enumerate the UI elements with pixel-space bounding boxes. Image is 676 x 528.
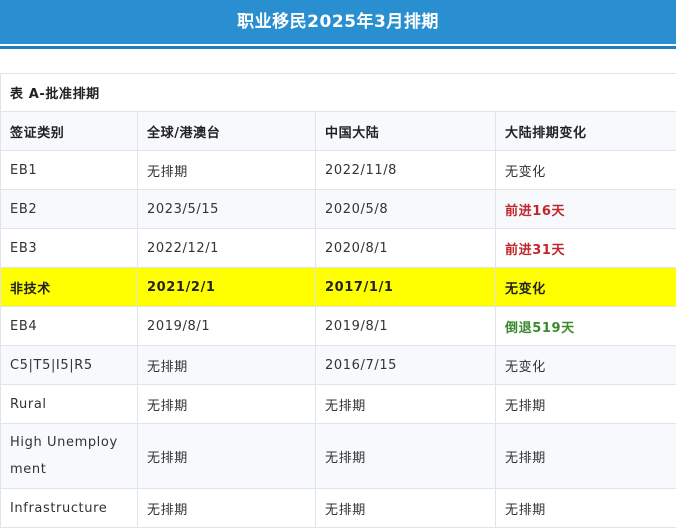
china-cell: 无排期	[316, 489, 496, 528]
global-cell: 无排期	[138, 489, 316, 528]
category-cell: Rural	[1, 385, 138, 424]
change-cell: 无排期	[496, 424, 676, 489]
china-cell: 2016/7/15	[316, 346, 496, 385]
table-row-infrastructure: Infrastructure 无排期 无排期 无排期	[1, 489, 676, 528]
category-cell: EB1	[1, 151, 138, 190]
header-global: 全球/港澳台	[138, 112, 316, 151]
table-row-eb4: EB4 2019/8/1 2019/8/1 倒退519天	[1, 307, 676, 346]
table-row-rural: Rural 无排期 无排期 无排期	[1, 385, 676, 424]
global-cell: 无排期	[138, 385, 316, 424]
header-category: 签证类别	[1, 112, 138, 151]
global-cell: 2021/2/1	[138, 268, 316, 307]
category-cell: 非技术	[1, 268, 138, 307]
category-cell: Infrastructure	[1, 489, 138, 528]
category-cell: EB3	[1, 229, 138, 268]
change-cell: 无排期	[496, 489, 676, 528]
table-caption: 表 A-批准排期	[1, 74, 676, 112]
global-cell: 无排期	[138, 151, 316, 190]
global-cell: 2019/8/1	[138, 307, 316, 346]
header-change: 大陆排期变化	[496, 112, 676, 151]
change-cell: 倒退519天	[496, 307, 676, 346]
china-cell: 无排期	[316, 424, 496, 489]
table-row-c5: C5|T5|I5|R5 无排期 2016/7/15 无变化	[1, 346, 676, 385]
table-row-unskilled: 非技术 2021/2/1 2017/1/1 无变化	[1, 268, 676, 307]
change-cell: 前进16天	[496, 190, 676, 229]
china-cell: 2019/8/1	[316, 307, 496, 346]
china-cell: 2022/11/8	[316, 151, 496, 190]
table-row-eb1: EB1 无排期 2022/11/8 无变化	[1, 151, 676, 190]
category-cell: High Unemployment	[1, 424, 138, 489]
change-cell: 前进31天	[496, 229, 676, 268]
table-row-eb2: EB2 2023/5/15 2020/5/8 前进16天	[1, 190, 676, 229]
global-cell: 无排期	[138, 346, 316, 385]
change-cell: 无排期	[496, 385, 676, 424]
table-row-high-unemployment: High Unemployment 无排期 无排期 无排期	[1, 424, 676, 489]
global-cell: 2023/5/15	[138, 190, 316, 229]
global-cell: 2022/12/1	[138, 229, 316, 268]
china-cell: 2020/5/8	[316, 190, 496, 229]
category-cell: EB4	[1, 307, 138, 346]
page-title: 职业移民2025年3月排期	[0, 0, 676, 44]
table-row-eb3: EB3 2022/12/1 2020/8/1 前进31天	[1, 229, 676, 268]
header-china: 中国大陆	[316, 112, 496, 151]
change-cell: 无变化	[496, 268, 676, 307]
category-cell: EB2	[1, 190, 138, 229]
priority-date-table-container: 表 A-批准排期 签证类别 全球/港澳台 中国大陆 大陆排期变化 EB1 无排期…	[0, 73, 676, 528]
change-cell: 无变化	[496, 151, 676, 190]
china-cell: 2017/1/1	[316, 268, 496, 307]
title-divider	[0, 46, 676, 49]
global-cell: 无排期	[138, 424, 316, 489]
category-cell: C5|T5|I5|R5	[1, 346, 138, 385]
change-cell: 无变化	[496, 346, 676, 385]
table-header-row: 签证类别 全球/港澳台 中国大陆 大陆排期变化	[1, 112, 676, 151]
china-cell: 2020/8/1	[316, 229, 496, 268]
china-cell: 无排期	[316, 385, 496, 424]
priority-date-table: 表 A-批准排期 签证类别 全球/港澳台 中国大陆 大陆排期变化 EB1 无排期…	[0, 73, 676, 528]
table-caption-row: 表 A-批准排期	[1, 74, 676, 112]
